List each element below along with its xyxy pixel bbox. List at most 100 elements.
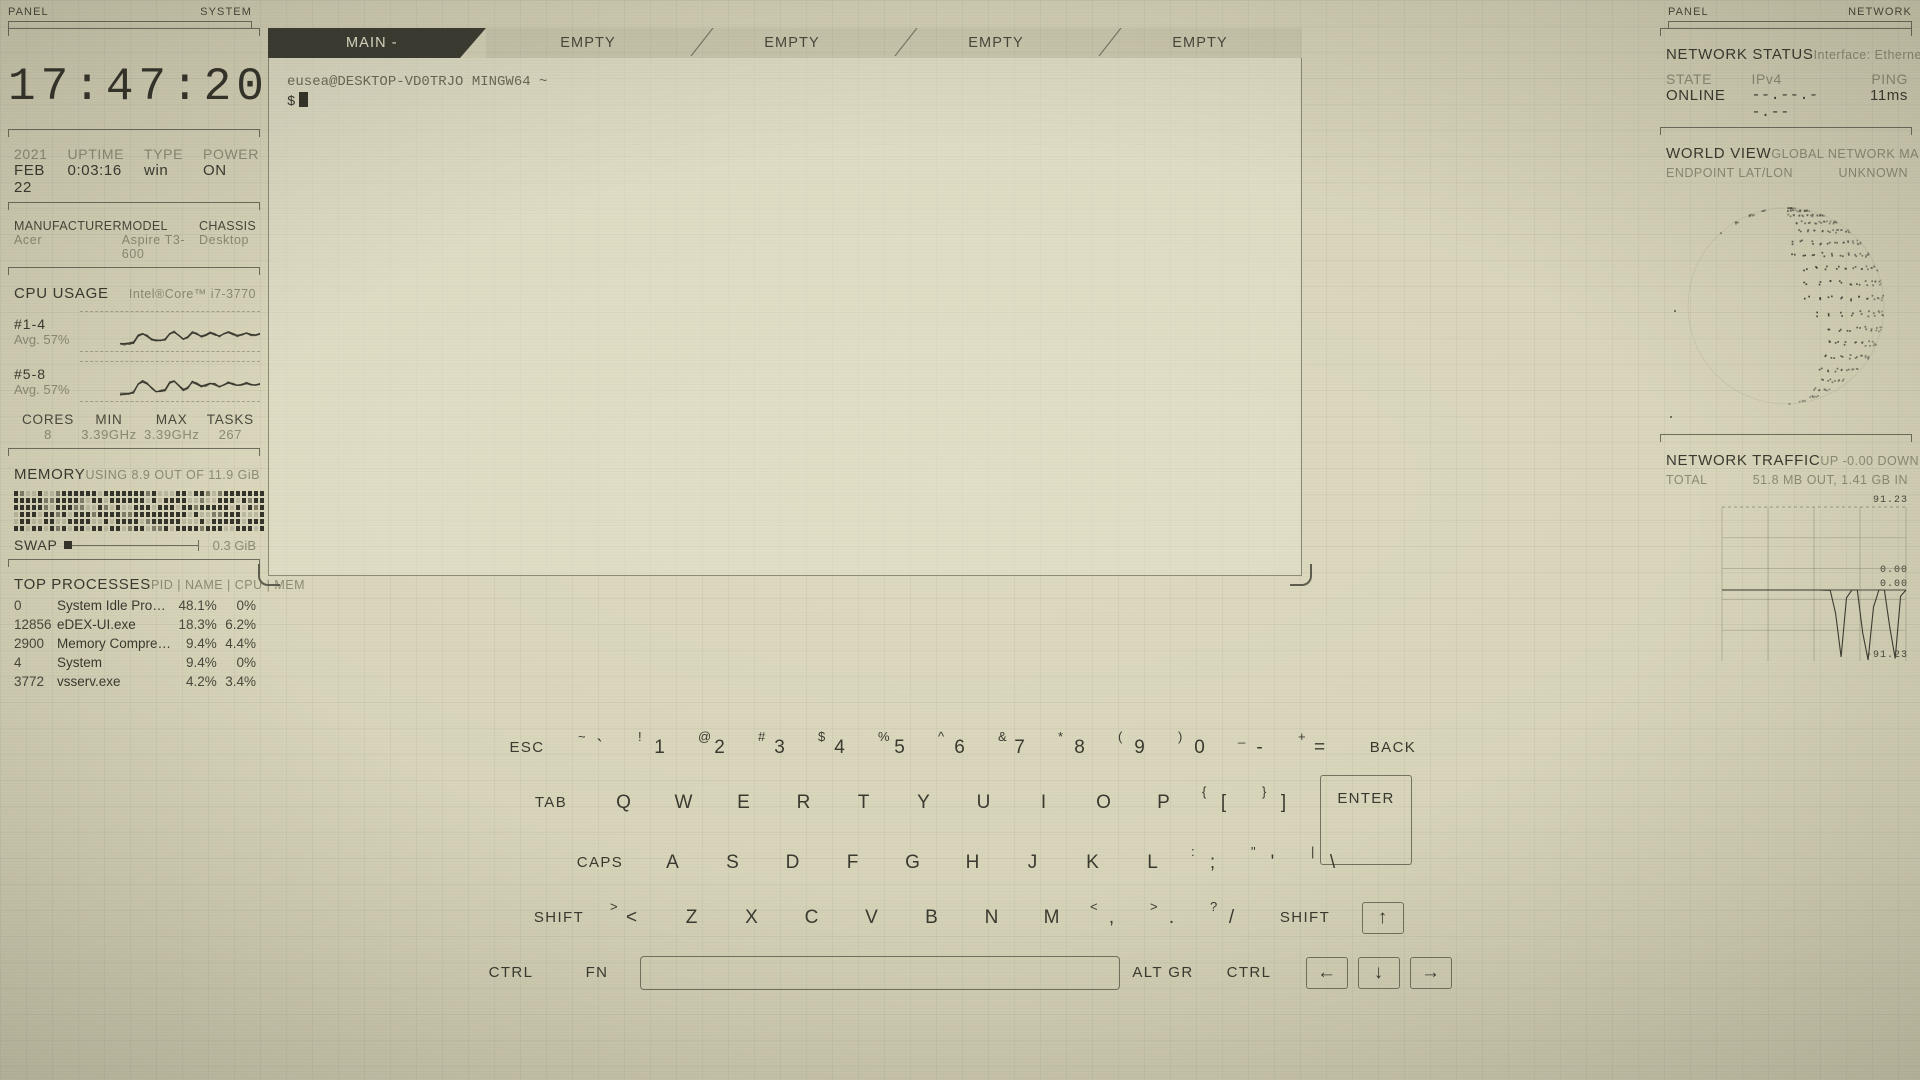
key-5[interactable]: % 5: [870, 720, 930, 775]
key-s[interactable]: S: [703, 835, 763, 890]
key-d[interactable]: D: [763, 835, 823, 890]
terminal-tab[interactable]: EMPTY: [690, 27, 894, 58]
key-esc[interactable]: ESC: [484, 720, 570, 775]
terminal-tab[interactable]: EMPTY: [894, 27, 1098, 58]
key-l[interactable]: L: [1123, 835, 1183, 890]
key-arrow-up[interactable]: ↑: [1362, 901, 1404, 934]
key-j[interactable]: J: [1003, 835, 1063, 890]
key-[interactable]: <,: [1082, 890, 1142, 945]
key-0[interactable]: ) 0: [1170, 720, 1230, 775]
key-c[interactable]: C: [782, 890, 842, 945]
memory-cell: [236, 526, 240, 531]
key-7[interactable]: & 7: [990, 720, 1050, 775]
memory-cell: [32, 512, 36, 517]
key-label: ]: [1280, 791, 1288, 813]
process-cpu: 9.4%: [185, 636, 217, 651]
keyboard-row-2[interactable]: TAB Q W E R T Y U I O P{[}] ENTER: [0, 775, 1920, 865]
tasks-value: 267: [218, 427, 243, 442]
key-a[interactable]: A: [643, 835, 703, 890]
globe-land-dot: [1830, 357, 1833, 359]
key-2[interactable]: @2: [690, 720, 750, 775]
key-q[interactable]: Q: [594, 775, 654, 830]
max-freq-label: MAX: [155, 412, 188, 427]
memory-cell: [260, 491, 264, 496]
key-[interactable]: :;: [1183, 835, 1243, 890]
key-space[interactable]: [640, 955, 1120, 990]
key-4[interactable]: $4: [810, 720, 870, 775]
key-arrow-down[interactable]: ↓: [1358, 956, 1400, 989]
memory-cell: [254, 519, 258, 524]
key-y[interactable]: Y: [894, 775, 954, 830]
key-h[interactable]: H: [943, 835, 1003, 890]
globe-land-dot: [1811, 240, 1814, 243]
table-row[interactable]: 12856 eDEX-UI.exe 18.3% 6.2%: [14, 615, 256, 634]
keyboard-row-4[interactable]: SHIFT > < Z X C V B N M <, >.? / SHIFT ↑: [0, 890, 1920, 945]
key-back[interactable]: BACK: [1350, 720, 1436, 775]
terminal-output[interactable]: eusea@DESKTOP-VD0TRJO MINGW64 ~ $: [268, 58, 1302, 576]
key-o[interactable]: O: [1074, 775, 1134, 830]
key-[interactable]: > <: [602, 890, 662, 945]
key-e[interactable]: E: [714, 775, 774, 830]
keyboard-row-1[interactable]: ESC ~ `! 1 @2 #3 $4% 5 ^ 6 & 7 * 8(9) 0 _ - + = BACK: [0, 720, 1920, 775]
key-z[interactable]: Z: [662, 890, 722, 945]
key-arrow-left[interactable]: ←: [1306, 956, 1348, 989]
key-tab[interactable]: TAB: [508, 775, 594, 830]
datetime-rule: [8, 129, 260, 141]
key-[interactable]: " ': [1243, 835, 1303, 890]
terminal-tab[interactable]: EMPTY: [486, 28, 690, 58]
terminal-tab-active[interactable]: MAIN -: [268, 28, 486, 58]
key-w[interactable]: W: [654, 775, 714, 830]
terminal-tab-bar[interactable]: MAIN - EMPTY EMPTY EMPTY EMPTY: [268, 27, 1302, 58]
on-screen-keyboard[interactable]: ESC ~ `! 1 @2 #3 $4% 5 ^ 6 & 7 * 8(9) 0 _ - + = BACK TAB Q W E…: [0, 720, 1920, 1070]
key-1[interactable]: ! 1: [630, 720, 690, 775]
key-fn[interactable]: FN: [554, 945, 640, 1000]
globe-land-dot: [1876, 327, 1878, 329]
key-[interactable]: {[: [1194, 775, 1254, 830]
globe-land-dot: [1871, 280, 1873, 282]
table-row[interactable]: 0 System Idle Pro… 48.1% 0%: [14, 596, 256, 615]
key-u[interactable]: U: [954, 775, 1014, 830]
key-caps[interactable]: CAPS: [557, 835, 643, 890]
key-[interactable]: + =: [1290, 720, 1350, 775]
keyboard-row-5[interactable]: CTRL FN ALT GR CTRL ← ↓ →: [0, 945, 1920, 1000]
key-k[interactable]: K: [1063, 835, 1123, 890]
key-p[interactable]: P: [1134, 775, 1194, 830]
key-9[interactable]: (9: [1110, 720, 1170, 775]
memory-usage: USING 8.9 OUT OF 11.9 GiB: [85, 468, 261, 482]
key-x[interactable]: X: [722, 890, 782, 945]
memory-cell: [176, 512, 180, 517]
key-[interactable]: ~ `: [570, 720, 630, 775]
key-shift[interactable]: SHIFT: [516, 890, 602, 945]
key-i[interactable]: I: [1014, 775, 1074, 830]
key-f[interactable]: F: [823, 835, 883, 890]
table-row[interactable]: 4 System 9.4% 0%: [14, 653, 256, 672]
key-[interactable]: ? /: [1202, 890, 1262, 945]
key-[interactable]: | \: [1303, 835, 1363, 890]
key-[interactable]: }]: [1254, 775, 1314, 830]
key-ctrl[interactable]: CTRL: [468, 945, 554, 1000]
keyboard-row-3[interactable]: CAPS A S D F G H J K L:; " ' | \: [0, 835, 1920, 890]
key-g[interactable]: G: [883, 835, 943, 890]
memory-cell: [254, 526, 258, 531]
key-arrow-right[interactable]: →: [1410, 956, 1452, 989]
key-t[interactable]: T: [834, 775, 894, 830]
key-ctrl[interactable]: CTRL: [1206, 945, 1292, 1000]
key-shift[interactable]: SHIFT: [1262, 890, 1348, 945]
key-n[interactable]: N: [962, 890, 1022, 945]
key-alt-gr[interactable]: ALT GR: [1120, 945, 1206, 1000]
key-6[interactable]: ^ 6: [930, 720, 990, 775]
key-8[interactable]: * 8: [1050, 720, 1110, 775]
key-shift-label: >: [610, 899, 619, 914]
table-row[interactable]: 2900 Memory Compre… 9.4% 4.4%: [14, 634, 256, 653]
key-[interactable]: >.: [1142, 890, 1202, 945]
key-v[interactable]: V: [842, 890, 902, 945]
table-row[interactable]: 3772 vsserv.exe 4.2% 3.4%: [14, 672, 256, 691]
key-r[interactable]: R: [774, 775, 834, 830]
terminal-tab[interactable]: EMPTY: [1098, 27, 1302, 58]
globe-land-dot: [1826, 389, 1828, 392]
world-map-globe[interactable]: [1660, 184, 1912, 434]
key-3[interactable]: #3: [750, 720, 810, 775]
key-m[interactable]: M: [1022, 890, 1082, 945]
key-b[interactable]: B: [902, 890, 962, 945]
key-[interactable]: _ -: [1230, 720, 1290, 775]
